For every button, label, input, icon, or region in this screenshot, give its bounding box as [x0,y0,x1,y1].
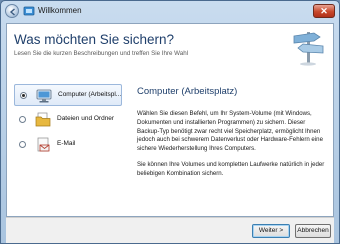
description-paragraph-2: Sie können Ihre Volumes und kompletten L… [137,160,325,177]
option-files-folders[interactable]: Dateien und Ordner [14,109,122,131]
radio-computer[interactable] [20,92,27,99]
cancel-button[interactable]: Abbrechen [295,224,331,238]
close-button[interactable]: ✕ [313,4,335,18]
backup-app-icon [23,6,35,16]
back-button[interactable] [5,4,19,18]
computer-icon [36,89,52,103]
option-email[interactable]: E-Mail [14,134,122,156]
signpost-icon [293,32,324,66]
radio-email[interactable] [19,141,26,148]
option-description: Computer (Arbeitsplatz) Wählen Sie diese… [137,86,327,186]
wizard-content: Was möchten Sie sichern? Lesen Sie die k… [6,23,334,217]
folder-icon [35,112,51,127]
email-icon [37,137,50,152]
description-paragraph-1: Wählen Sie diesen Befehl, um Ihr System-… [137,110,323,153]
description-title: Computer (Arbeitsplatz) [137,86,238,97]
option-email-label: E-Mail [57,140,76,147]
window-title: Willkommen [38,6,82,15]
button-bar: Weiter > Abbrechen [6,217,334,243]
page-subtitle: Lesen Sie die kurzen Beschreibungen und … [14,50,189,57]
option-files-folders-label: Dateien und Ordner [57,115,115,122]
option-computer[interactable]: Computer (Arbeitspl... [14,84,122,106]
next-button[interactable]: Weiter > [252,224,290,238]
radio-files-folders[interactable] [19,116,26,123]
backup-type-options: Computer (Arbeitspl... Dateien und Ordne… [14,84,122,159]
title-bar: Willkommen ✕ [1,1,339,23]
wizard-window: Willkommen ✕ Was möchten Sie sichern? Le… [0,0,340,244]
back-arrow-icon [9,8,15,16]
option-computer-label: Computer (Arbeitspl... [58,91,122,98]
page-title: Was möchten Sie sichern? [14,32,175,47]
